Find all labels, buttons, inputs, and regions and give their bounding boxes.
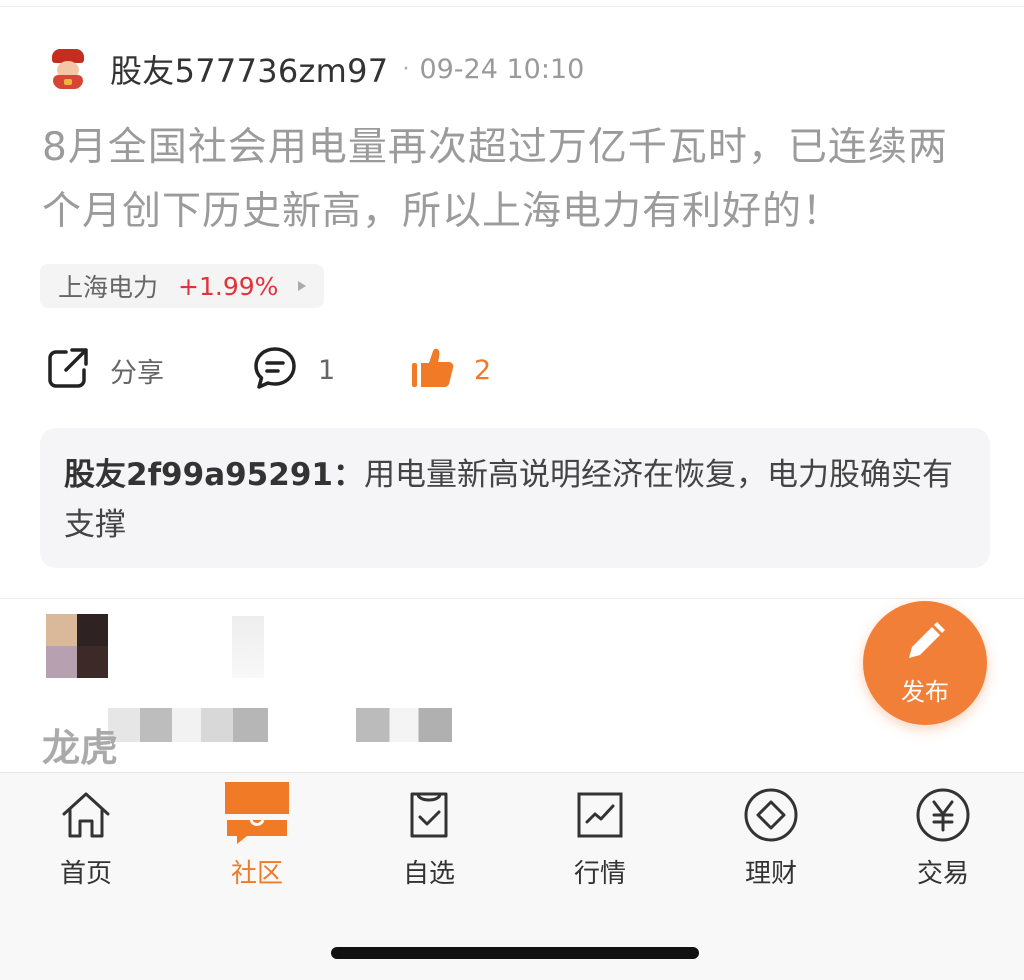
comment-button[interactable]: 1 xyxy=(252,343,335,397)
next-post-partial-text: 龙虎 xyxy=(42,726,119,770)
post-actions: 分享 1 2 xyxy=(46,343,646,397)
community-icon xyxy=(225,782,289,847)
tab-wealth[interactable]: 理财 xyxy=(711,783,831,893)
tab-home[interactable]: 首页 xyxy=(26,783,146,893)
share-label: 分享 xyxy=(110,357,164,389)
tab-watchlist-label: 自选 xyxy=(402,859,455,889)
share-icon xyxy=(46,346,90,394)
post-content[interactable]: 8月全国社会用电量再次超过万亿千瓦时，已连续两个月创下历史新高，所以上海电力有利… xyxy=(42,116,982,244)
post-divider xyxy=(0,598,1024,599)
like-count: 2 xyxy=(474,354,492,386)
tab-community[interactable]: 社区 xyxy=(197,782,317,893)
home-icon xyxy=(58,783,114,847)
stock-change: +1.99% xyxy=(178,271,279,301)
stock-name: 上海电力 xyxy=(58,273,159,302)
tab-market-label: 行情 xyxy=(573,859,626,889)
top-divider xyxy=(0,6,1024,7)
user-avatar[interactable] xyxy=(46,47,90,91)
share-button[interactable]: 分享 xyxy=(46,343,164,397)
like-button[interactable]: 2 xyxy=(410,343,491,397)
thumbs-up-icon xyxy=(410,345,456,395)
post-time: 09-24 10:10 xyxy=(419,53,585,85)
blurred-username xyxy=(232,616,264,678)
blurred-text xyxy=(108,708,268,742)
reply-username[interactable]: 股友2f99a95291： xyxy=(64,457,364,493)
tab-market[interactable]: 行情 xyxy=(540,783,660,893)
tab-wealth-label: 理财 xyxy=(744,859,797,889)
watchlist-icon xyxy=(402,783,456,847)
chevron-right-icon xyxy=(298,281,307,291)
comment-icon xyxy=(252,345,298,395)
bottom-tab-bar: 首页 社区 自选 行情 理财 交易 xyxy=(0,772,1024,980)
wealth-icon xyxy=(742,783,800,847)
next-post-avatar[interactable] xyxy=(46,614,108,678)
home-indicator[interactable] xyxy=(331,947,699,959)
publish-button[interactable]: 发布 xyxy=(863,601,987,725)
reply-preview[interactable]: 股友2f99a95291：用电量新高说明经济在恢复，电力股确实有支撑 xyxy=(40,428,990,568)
pencil-icon xyxy=(903,620,947,668)
yuan-icon xyxy=(914,783,972,847)
stock-tag[interactable]: 上海电力 +1.99% xyxy=(40,264,325,308)
tab-watchlist[interactable]: 自选 xyxy=(369,783,489,893)
market-chart-icon xyxy=(573,783,627,847)
tab-trade[interactable]: 交易 xyxy=(883,783,1003,893)
post-username[interactable]: 股友577736zm97 xyxy=(110,46,388,92)
publish-label: 发布 xyxy=(901,677,949,706)
tab-trade-label: 交易 xyxy=(916,859,969,889)
tab-home-label: 首页 xyxy=(59,859,112,889)
comment-count: 1 xyxy=(318,354,336,386)
meta-separator: · xyxy=(402,56,410,82)
tab-community-label: 社区 xyxy=(230,859,283,889)
blurred-text xyxy=(356,708,452,742)
post-header: 股友577736zm97 · 09-24 10:10 xyxy=(46,44,584,94)
